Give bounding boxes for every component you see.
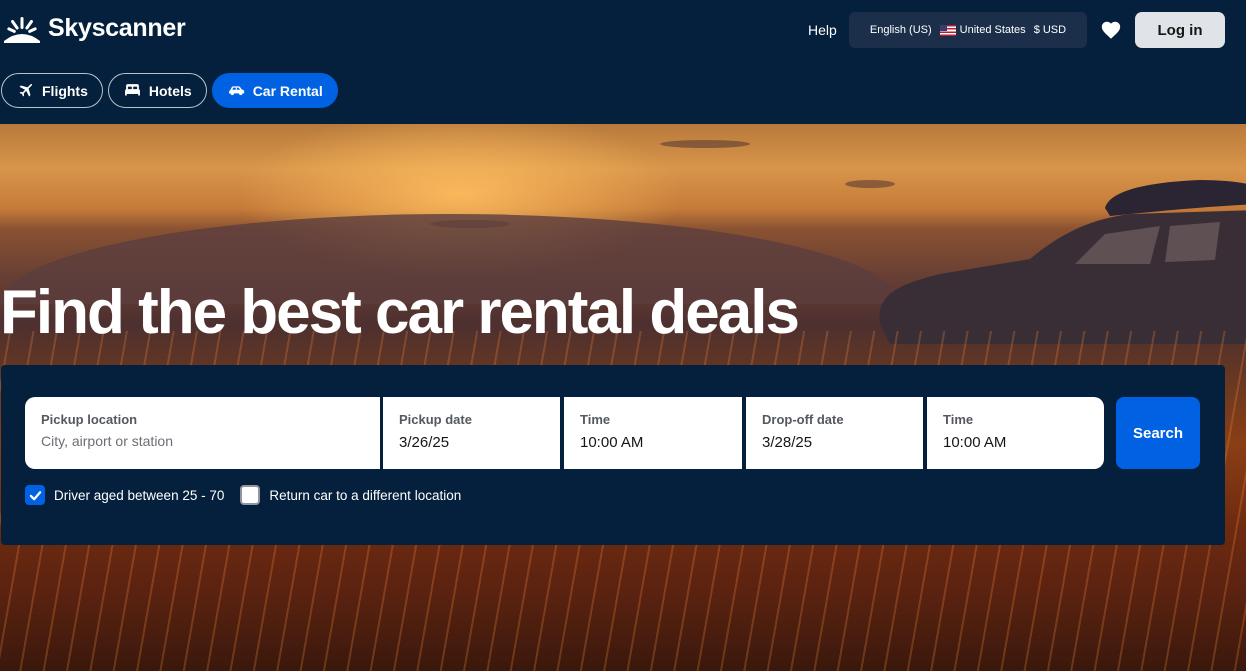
return-different-location-label: Return car to a different location: [269, 487, 462, 503]
tab-hotels[interactable]: Hotels: [107, 73, 207, 108]
checkbox-unchecked-icon[interactable]: [240, 485, 261, 505]
pickup-date-value: 3/26/25: [399, 434, 450, 451]
car-search-panel: Pickup location Pickup date 3/26/25 Time…: [1, 365, 1225, 545]
language-label: English (US): [869, 24, 932, 36]
pickup-location-field[interactable]: Pickup location: [25, 397, 380, 469]
tab-label: Flights: [42, 82, 88, 99]
hero-headline: Find the best car rental deals: [0, 278, 800, 347]
car-icon: [228, 86, 244, 96]
top-header: Skyscanner Help English (US) United Stat…: [0, 0, 1246, 124]
airplane-icon: [19, 84, 33, 97]
checkbox-checked-icon[interactable]: [25, 485, 45, 505]
pickup-time-value: 10:00 AM: [580, 434, 644, 451]
dropoff-time-field[interactable]: Time 10:00 AM: [927, 397, 1104, 469]
product-tabs: Flights Hotels Car Rental: [1, 73, 338, 108]
dropoff-time-value: 10:00 AM: [943, 434, 1007, 451]
driver-age-checkbox[interactable]: Driver aged between 25 - 70: [25, 485, 224, 505]
skyscanner-logo[interactable]: Skyscanner: [2, 14, 186, 43]
login-button[interactable]: Log in: [1135, 12, 1225, 48]
sunrise-logo-icon: [4, 16, 40, 43]
us-flag-icon: [939, 24, 956, 36]
currency-label: $ USD: [1033, 24, 1067, 36]
pickup-location-label: Pickup location: [41, 412, 138, 427]
pickup-time-label: Time: [580, 412, 611, 427]
dropoff-date-label: Drop-off date: [762, 412, 844, 427]
dropoff-date-value: 3/28/25: [762, 434, 813, 451]
search-button[interactable]: Search: [1116, 397, 1200, 469]
pickup-location-input[interactable]: [41, 433, 341, 449]
search-options: Driver aged between 25 - 70 Return car t…: [25, 485, 461, 505]
bed-icon: [124, 84, 140, 96]
hero-car-silhouette: [879, 180, 1246, 344]
dropoff-time-label: Time: [943, 412, 974, 427]
heart-icon[interactable]: [1100, 19, 1122, 41]
tab-flights[interactable]: Flights: [1, 73, 103, 108]
locale-selector[interactable]: English (US) United States $ USD: [849, 12, 1087, 48]
pickup-time-field[interactable]: Time 10:00 AM: [564, 397, 742, 469]
tab-car-rental[interactable]: Car Rental: [211, 73, 338, 108]
driver-age-label: Driver aged between 25 - 70: [54, 487, 225, 503]
hero-background-cloud: [660, 140, 750, 148]
country-label: United States: [959, 24, 1026, 36]
pickup-date-label: Pickup date: [399, 412, 472, 427]
tab-label: Car Rental: [252, 82, 323, 99]
return-different-location-checkbox[interactable]: Return car to a different location: [240, 485, 461, 505]
brand-name: Skyscanner: [48, 14, 186, 42]
help-link[interactable]: Help: [808, 22, 837, 38]
dropoff-date-field[interactable]: Drop-off date 3/28/25: [746, 397, 923, 469]
pickup-date-field[interactable]: Pickup date 3/26/25: [383, 397, 560, 469]
tab-label: Hotels: [148, 82, 192, 99]
